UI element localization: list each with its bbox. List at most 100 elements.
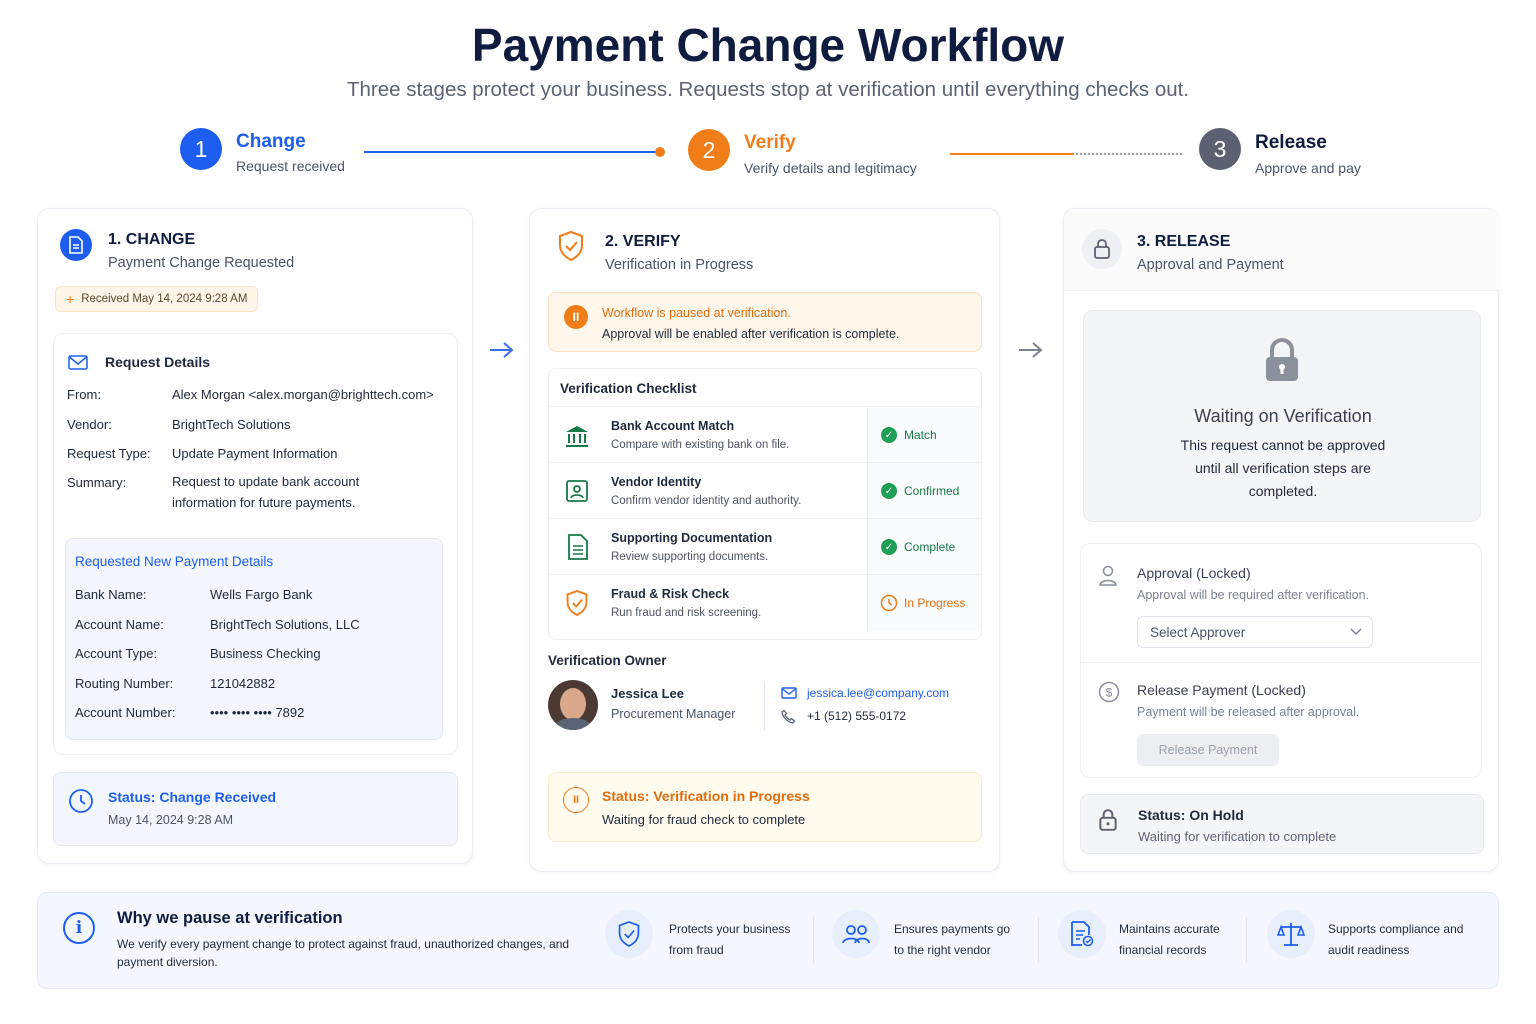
user-icon — [1099, 565, 1117, 586]
checklist-item-status: In Progress — [904, 596, 966, 610]
detail-label: Request Type: — [67, 446, 151, 461]
detail-label: Vendor: — [67, 417, 112, 432]
change-card: 1. CHANGE Payment Change Requested + Rec… — [37, 208, 473, 864]
request-details-box: Request Details From: Alex Morgan <alex.… — [53, 333, 458, 755]
benefit-text: Protects your business from fraud — [669, 922, 791, 957]
step-3-number[interactable]: 3 — [1199, 128, 1241, 170]
waiting-sub: This request cannot be approved until al… — [1180, 437, 1386, 499]
detail-value: Request to update bank account informati… — [172, 474, 360, 510]
checklist-item-status: Confirmed — [904, 484, 960, 498]
change-status-time: May 14, 2024 9:28 AM — [108, 813, 234, 827]
pause-circle-icon: II — [563, 787, 589, 813]
checklist-item-title: Supporting Documentation — [611, 531, 773, 545]
payment-label: Account Name: — [75, 617, 164, 632]
payment-value: 121042882 — [210, 676, 276, 691]
change-status-box: Status: Change Received May 14, 2024 9:2… — [53, 772, 458, 846]
benefit-divider — [813, 917, 814, 963]
records-icon — [1058, 910, 1106, 958]
payment-label: Bank Name: — [75, 587, 147, 602]
benefit-text: Maintains accurate financial records — [1119, 922, 1220, 957]
payment-value: BrightTech Solutions, LLC — [210, 617, 360, 632]
mail-icon — [68, 355, 88, 370]
checklist-title: Verification Checklist — [560, 381, 697, 396]
detail-value: Update Payment Information — [172, 446, 338, 461]
checklist-item-sub: Run fraud and risk screening. — [611, 607, 762, 619]
payment-details-title: Requested New Payment Details — [75, 554, 274, 569]
check-circle-icon: ✓ — [881, 483, 897, 499]
clock-icon — [880, 594, 898, 612]
owner-name: Jessica Lee — [611, 686, 685, 701]
owner-role: Procurement Manager — [611, 707, 736, 721]
owner-title: Verification Owner — [548, 653, 667, 668]
waiting-box: Waiting on Verification This request can… — [1083, 310, 1481, 522]
payment-value: Wells Fargo Bank — [210, 587, 313, 602]
checklist-item-sub: Compare with existing bank on file. — [611, 439, 790, 451]
approver-select-value: Select Approver — [1150, 625, 1246, 640]
shield-icon — [559, 230, 583, 262]
page-subtitle: Three stages protect your business. Requ… — [346, 78, 1190, 101]
paused-sub: Approval will be enabled after verificat… — [602, 327, 900, 341]
payment-label: Account Type: — [75, 646, 158, 661]
checklist-row: Fraud & Risk Check Run fraud and risk sc… — [549, 574, 981, 630]
checklist-item-title: Vendor Identity — [611, 475, 702, 489]
check-circle-icon: ✓ — [881, 427, 897, 443]
step-1-number[interactable]: 1 — [180, 128, 222, 170]
change-status-title: Status: Change Received — [108, 789, 277, 805]
step-1-name[interactable]: Change — [236, 131, 306, 153]
clock-icon — [69, 789, 93, 813]
received-badge: + Received May 14, 2024 9:28 AM — [55, 286, 259, 312]
checklist-item-sub: Review supporting documents. — [611, 551, 769, 563]
svg-text:$: $ — [1106, 686, 1113, 700]
payment-value: Business Checking — [210, 646, 321, 661]
step-3-name[interactable]: Release — [1255, 132, 1327, 154]
benefit-divider — [1038, 917, 1039, 963]
checklist-row: Supporting Documentation Review supporti… — [549, 518, 981, 574]
benefit-divider — [1246, 917, 1247, 963]
avatar — [548, 680, 598, 730]
info-icon: i — [63, 912, 95, 944]
locked-actions-box: Approval (Locked) Approval will be requi… — [1080, 543, 1482, 778]
detail-label: From: — [67, 387, 101, 402]
pay-title: Release Payment (Locked) — [1137, 682, 1306, 698]
approval-title: Approval (Locked) — [1137, 565, 1251, 581]
actions-divider — [1081, 662, 1481, 663]
dollar-circle-icon: $ — [1098, 681, 1120, 703]
document-icon — [60, 229, 92, 261]
approver-select[interactable]: Select Approver — [1137, 616, 1373, 648]
checklist-item-status: Complete — [904, 540, 956, 554]
plus-icon: + — [66, 291, 75, 307]
step-3-sub: Approve and pay — [1255, 160, 1361, 176]
benefit-text: Supports compliance and audit readiness — [1328, 922, 1464, 957]
verify-status-title: Status: Verification in Progress — [602, 788, 810, 804]
step-1-sub: Request received — [236, 158, 345, 174]
release-title: 3. RELEASE — [1137, 233, 1231, 250]
document-icon — [568, 534, 588, 560]
received-text: Received May 14, 2024 9:28 AM — [81, 293, 248, 305]
lock-icon — [1082, 229, 1122, 269]
payment-label: Routing Number: — [75, 676, 174, 691]
owner-phone[interactable]: +1 (512) 555-0172 — [807, 709, 906, 723]
step-2-number[interactable]: 2 — [688, 129, 730, 171]
verify-title: 2. VERIFY — [605, 233, 681, 250]
scale-icon — [1267, 910, 1315, 958]
release-status-title: Status: On Hold — [1138, 807, 1244, 823]
release-card: 3. RELEASE Approval and Payment Waiting … — [1063, 208, 1500, 872]
approval-sub: Approval will be required after verifica… — [1137, 588, 1370, 602]
paused-banner: II Workflow is paused at verification. A… — [548, 292, 982, 352]
owner-email-link[interactable]: jessica.lee@company.com — [807, 686, 949, 700]
checklist-row: Vendor Identity Confirm vendor identity … — [549, 462, 981, 518]
footer-sub: We verify every payment change to protec… — [117, 937, 570, 969]
payment-value: •••• •••• •••• 7892 — [210, 705, 305, 720]
lock-icon — [1099, 809, 1117, 831]
pay-sub: Payment will be released after approval. — [1137, 705, 1360, 719]
bank-icon — [566, 426, 588, 447]
users-icon — [832, 910, 880, 958]
step-2-name[interactable]: Verify — [744, 132, 796, 154]
paused-title: Workflow is paused at verification. — [602, 306, 791, 320]
release-subtitle: Approval and Payment — [1137, 257, 1284, 273]
benefit-text: Ensures payments go to the right vendor — [894, 922, 1011, 957]
release-payment-button[interactable]: Release Payment — [1137, 734, 1279, 766]
waiting-title: Waiting on Verification — [1194, 406, 1372, 426]
arrow-right-icon — [1019, 342, 1043, 358]
detail-value: BrightTech Solutions — [172, 417, 291, 432]
